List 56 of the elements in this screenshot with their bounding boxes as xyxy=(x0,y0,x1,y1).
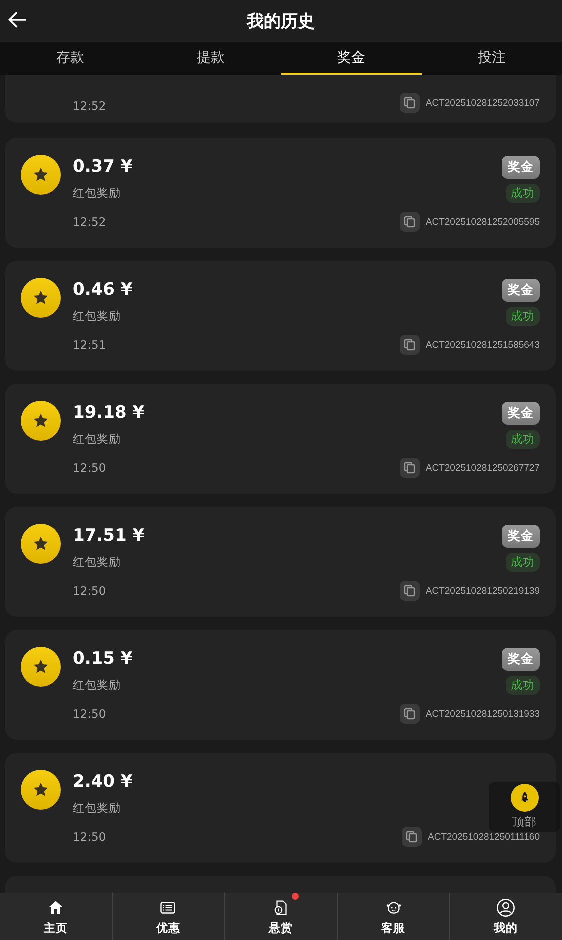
tab[interactable]: 提款 xyxy=(140,42,281,75)
record-time: 12:50 xyxy=(73,707,106,721)
back-arrow-icon[interactable] xyxy=(7,9,29,31)
status-badge: 成功 xyxy=(506,430,540,448)
record-note: 红包奖励 xyxy=(73,308,121,324)
record-amount: 0.15 ¥ xyxy=(73,649,133,669)
home-icon xyxy=(46,898,65,916)
record-id: ACT202510281252005595 xyxy=(426,216,540,228)
type-badge: 奖金 xyxy=(502,648,540,670)
back-to-top-button[interactable]: 顶部 xyxy=(489,782,560,832)
copy-icon[interactable] xyxy=(400,335,420,355)
type-badge: 奖金 xyxy=(502,156,540,178)
copy-icon[interactable] xyxy=(400,581,420,601)
nav-item[interactable]: 悬赏 xyxy=(224,893,337,940)
record-time: 12:50 xyxy=(73,461,106,475)
record-time: 12:52 xyxy=(73,99,106,113)
tab[interactable]: 投注 xyxy=(422,42,562,75)
record-note: 红包奖励 xyxy=(73,800,121,816)
copy-icon[interactable] xyxy=(400,93,420,113)
status-badge: 成功 xyxy=(506,676,540,694)
status-badge: 成功 xyxy=(506,552,540,572)
record-id: ACT202510281251585643 xyxy=(426,340,540,350)
record-id: ACT202510281252033107 xyxy=(426,98,540,108)
copy-icon[interactable] xyxy=(400,704,420,724)
record-time: 12:52 xyxy=(73,215,106,229)
record-amount: 2.40 ¥ xyxy=(73,772,133,792)
nav-item[interactable]: 客服 xyxy=(336,893,450,940)
record-note: 红包奖励 xyxy=(73,432,121,446)
record-id: ACT202510281250111160 xyxy=(428,832,540,842)
type-badge: 奖金 xyxy=(502,524,540,548)
status-badge: 成功 xyxy=(506,306,540,326)
record-note: 红包奖励 xyxy=(73,186,121,200)
record-amount: 19.18 ¥ xyxy=(73,403,145,423)
record-amount: 0.46 ¥ xyxy=(73,280,133,300)
copy-icon[interactable] xyxy=(400,458,420,478)
nav-item[interactable]: 我的 xyxy=(449,893,562,940)
type-badge: 奖金 xyxy=(502,402,540,424)
record-id: ACT202510281250131933 xyxy=(426,708,540,720)
type-badge: 奖金 xyxy=(502,278,540,302)
record-note: 红包奖励 xyxy=(73,678,121,692)
status-badge: 成功 xyxy=(506,184,540,202)
nav-item[interactable]: 优惠 xyxy=(112,893,224,940)
copy-icon[interactable] xyxy=(402,827,422,847)
record-amount: 17.51 ¥ xyxy=(73,526,145,546)
record-note: 红包奖励 xyxy=(73,554,121,570)
record-amount: 0.37 ¥ xyxy=(73,157,133,177)
tab[interactable]: 存款 xyxy=(0,42,140,75)
copy-icon[interactable] xyxy=(400,212,420,232)
user-icon xyxy=(496,898,516,918)
page-title: 我的历史 xyxy=(247,10,315,32)
nav-item[interactable]: 主页 xyxy=(0,893,112,940)
record-id: ACT202510281250267727 xyxy=(426,462,540,474)
record-time: 12:51 xyxy=(73,338,106,352)
record-time: 12:50 xyxy=(73,830,106,844)
record-time: 12:50 xyxy=(73,584,106,598)
record-id: ACT202510281250219139 xyxy=(426,586,540,596)
